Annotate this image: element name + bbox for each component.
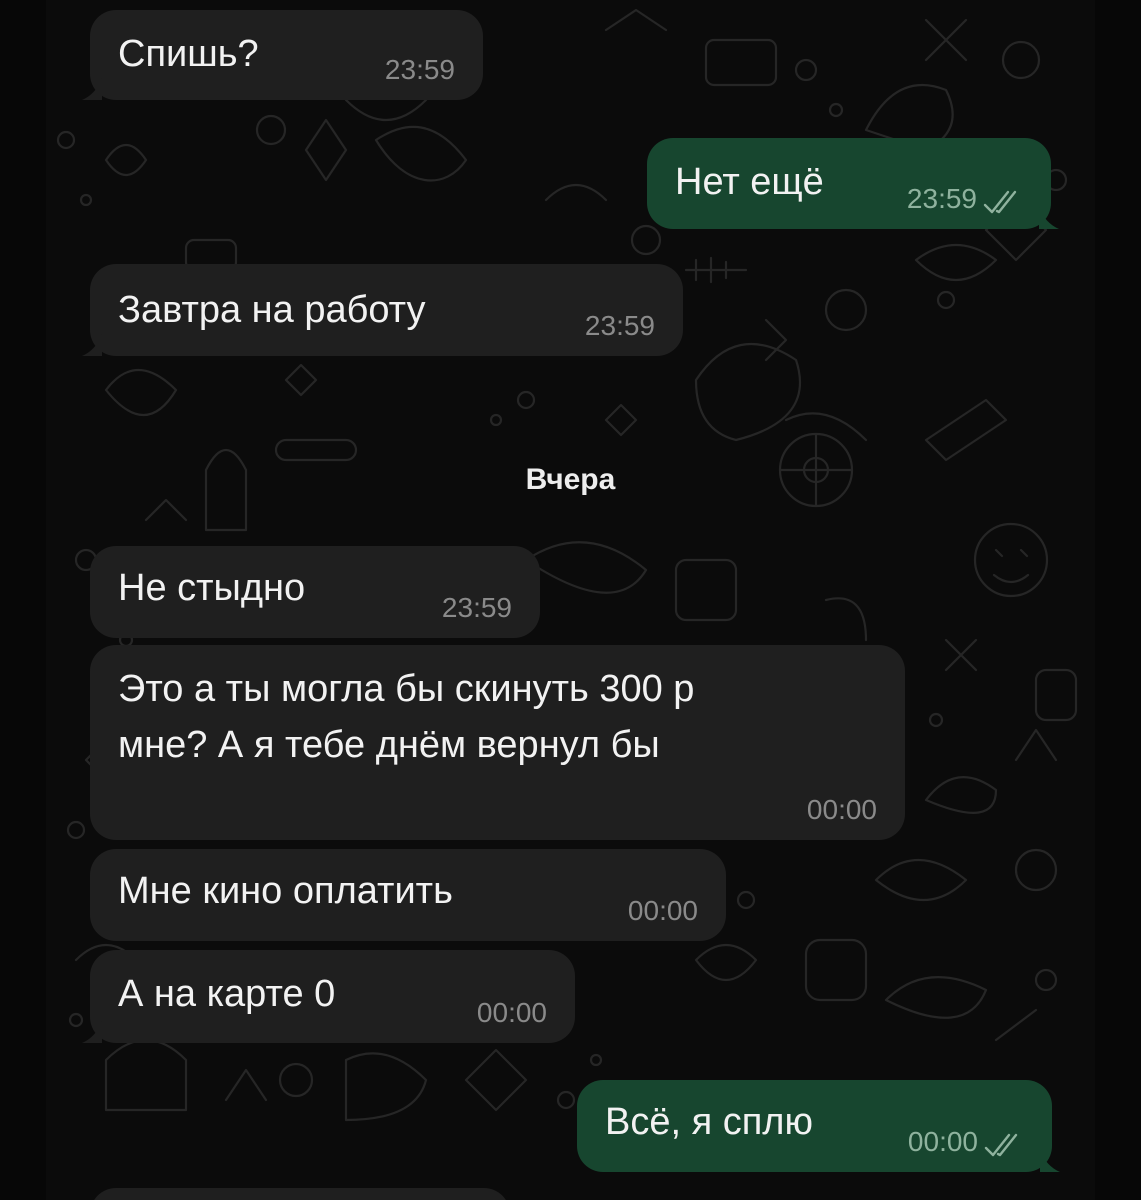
message-time: 23:59 bbox=[906, 183, 977, 214]
message-incoming-partial[interactable] bbox=[90, 1188, 510, 1200]
bubble-tail bbox=[1039, 207, 1059, 229]
message-text: Спишь? bbox=[118, 33, 259, 75]
message-incoming[interactable]: Завтра на работу 23:59 bbox=[82, 264, 683, 356]
message-outgoing[interactable]: Нет ещё 23:59 bbox=[647, 138, 1059, 229]
bubble-tail bbox=[82, 78, 102, 100]
message-time: 00:00 bbox=[476, 997, 547, 1028]
message-outgoing[interactable]: Всё, я сплю 00:00 bbox=[577, 1080, 1060, 1172]
message-incoming[interactable]: Спишь? 23:59 bbox=[82, 10, 483, 100]
message-incoming[interactable]: Не стыдно 23:59 bbox=[90, 546, 540, 638]
bubble-tail bbox=[1040, 1150, 1060, 1172]
message-time: 23:59 bbox=[584, 310, 655, 341]
left-edge bbox=[0, 0, 46, 1200]
message-text: Мне кино оплатить bbox=[118, 870, 453, 912]
message-text-line: Это а ты могла бы скинуть 300 р bbox=[118, 668, 695, 710]
message-time: 00:00 bbox=[907, 1126, 978, 1157]
message-time: 23:59 bbox=[384, 54, 455, 85]
chat-view[interactable]: Спишь? 23:59 Нет ещё 23:59 Завтра на раб… bbox=[46, 0, 1095, 1200]
date-separator: Вчера bbox=[525, 463, 616, 496]
bubble-tail bbox=[82, 1021, 102, 1043]
message-text: Всё, я сплю bbox=[605, 1101, 813, 1143]
message-time: 00:00 bbox=[627, 895, 698, 926]
message-text: Не стыдно bbox=[118, 567, 306, 609]
message-time: 23:59 bbox=[441, 592, 512, 623]
message-incoming[interactable]: А на карте 0 00:00 bbox=[82, 950, 575, 1043]
message-time: 00:00 bbox=[806, 794, 877, 825]
message-text: Завтра на работу bbox=[118, 289, 426, 331]
double-check-icon bbox=[983, 190, 1017, 214]
message-text: А на карте 0 bbox=[118, 973, 336, 1015]
message-text-line: мне? А я тебе днём вернул бы bbox=[118, 724, 660, 766]
bubble-tail bbox=[82, 334, 102, 356]
message-incoming[interactable]: Это а ты могла бы скинуть 300 р мне? А я… bbox=[90, 645, 905, 840]
right-edge bbox=[1095, 0, 1141, 1200]
message-text: Нет ещё bbox=[675, 161, 824, 203]
double-check-icon bbox=[984, 1133, 1018, 1157]
message-incoming[interactable]: Мне кино оплатить 00:00 bbox=[90, 849, 726, 941]
